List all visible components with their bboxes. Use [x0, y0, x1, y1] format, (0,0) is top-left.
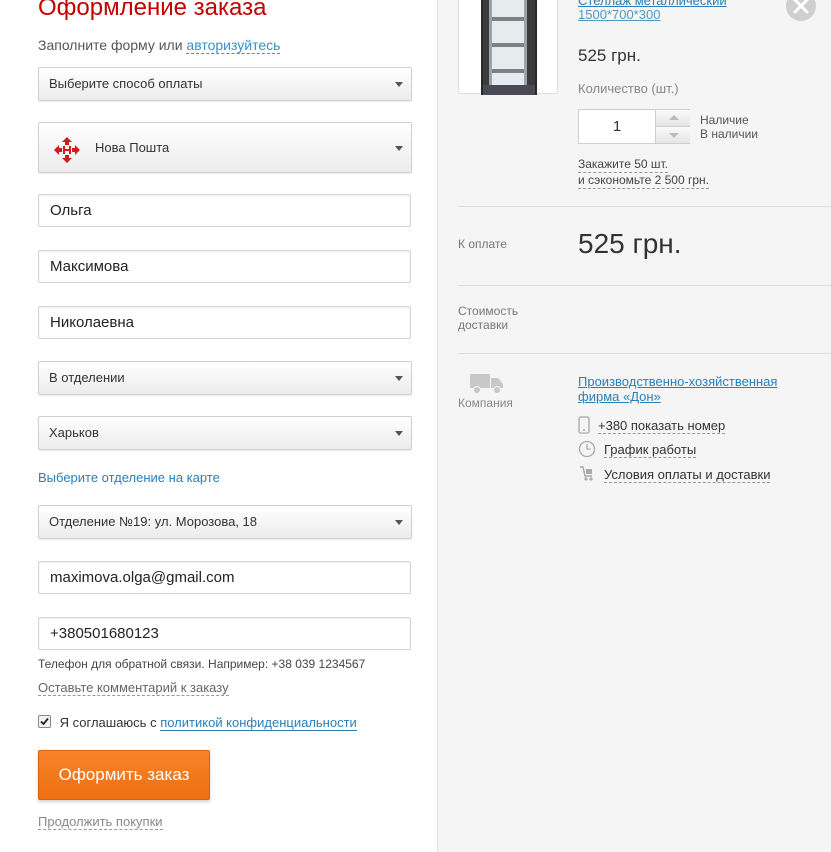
- arrow-up-icon: [669, 115, 679, 120]
- availability-value: В наличии: [700, 127, 759, 141]
- form-subtitle: Заполните форму или авторизуйтесь: [38, 37, 281, 54]
- schedule-row[interactable]: График работы: [578, 440, 697, 458]
- quantity-input[interactable]: 1: [579, 110, 655, 143]
- chevron-down-icon: [395, 82, 403, 87]
- product-name-link[interactable]: Стеллаж металлический 1500*700*300: [578, 0, 727, 22]
- chevron-down-icon: [395, 146, 403, 151]
- delivery-cost-line2: доставки: [458, 318, 509, 332]
- subtitle-text: Заполните форму или: [38, 37, 183, 53]
- divider: [458, 285, 831, 286]
- city-value: Харьков: [49, 425, 99, 440]
- terms-row[interactable]: Условия оплаты и доставки: [578, 465, 771, 483]
- clock-icon: [578, 440, 596, 458]
- product-name-line2: 1500*700*300: [578, 7, 661, 22]
- agree-row: Я соглашаюсь с политикой конфиденциально…: [38, 715, 357, 731]
- payment-method-value: Выберите способ оплаты: [49, 76, 203, 91]
- quantity-decrease-button[interactable]: [655, 127, 690, 143]
- show-phone-row[interactable]: +380 показать номер: [578, 416, 726, 434]
- phone-hint: Телефон для обратной связи. Например: +3…: [38, 657, 366, 671]
- delivery-cost-line1: Стоимость: [458, 304, 519, 318]
- delivery-service-select[interactable]: Нова Пошта: [38, 122, 412, 173]
- first-name-field[interactable]: Ольга: [38, 194, 411, 227]
- page-title: Оформление заказа: [38, 0, 267, 21]
- comment-link[interactable]: Оставьте комментарий к заказу: [38, 680, 229, 696]
- to-pay-value: 525 грн.: [578, 228, 682, 259]
- phone-field[interactable]: +380501680123: [38, 617, 411, 650]
- company-name-line1: Производственно-хозяйственная: [578, 374, 778, 389]
- availability-label: Наличие: [700, 113, 749, 127]
- company-name-link[interactable]: Производственно-хозяйственная фирма «Дон…: [578, 374, 777, 404]
- delivery-service-value: Нова Пошта: [95, 140, 170, 155]
- delivery-type-value: В отделении: [49, 370, 125, 385]
- close-button[interactable]: [786, 0, 816, 21]
- arrow-down-icon: [669, 133, 679, 138]
- close-icon: [793, 0, 809, 14]
- to-pay-label: К оплате: [458, 237, 507, 251]
- phone-icon: [578, 416, 590, 434]
- delivery-cost-label: Стоимость доставки: [458, 304, 518, 332]
- divider: [458, 206, 831, 207]
- truck-icon: [470, 372, 504, 396]
- agree-text: Я соглашаюсь с: [59, 715, 157, 730]
- email-field[interactable]: maximova.olga@gmail.com: [38, 561, 411, 594]
- city-select[interactable]: Харьков: [38, 416, 412, 450]
- terms-link[interactable]: Условия оплаты и доставки: [604, 467, 771, 483]
- branch-select[interactable]: Отделение №19: ул. Морозова, 18: [38, 505, 412, 539]
- branch-value: Отделение №19: ул. Морозова, 18: [49, 514, 258, 529]
- promo-line1: Закажите 50 шт.: [578, 157, 669, 173]
- payment-method-select[interactable]: Выберите способ оплаты: [38, 67, 412, 101]
- map-branch-link[interactable]: Выберите отделение на карте: [38, 470, 220, 485]
- chevron-down-icon: [395, 376, 403, 381]
- company-label: Компания: [458, 396, 513, 410]
- submit-order-button[interactable]: Оформить заказ: [38, 750, 210, 800]
- quantity-stepper[interactable]: 1: [578, 109, 690, 144]
- cart-truck-icon: [580, 466, 593, 481]
- product-image[interactable]: [458, 0, 558, 95]
- quantity-label: Количество (шт.): [578, 81, 679, 96]
- chevron-down-icon: [395, 520, 403, 525]
- schedule-link[interactable]: График работы: [604, 442, 697, 458]
- delivery-type-select[interactable]: В отделении: [38, 361, 412, 395]
- divider: [458, 353, 831, 354]
- show-phone-link[interactable]: +380 показать номер: [598, 418, 726, 434]
- bulk-promo-link[interactable]: Закажите 50 шт. и сэкономьте 2 500 грн.: [578, 157, 709, 189]
- nova-poshta-icon: [53, 135, 81, 163]
- login-link[interactable]: авторизуйтесь: [186, 37, 281, 54]
- agree-checkbox[interactable]: [38, 715, 51, 728]
- last-name-field[interactable]: Максимова: [38, 250, 411, 283]
- quantity-increase-button[interactable]: [655, 110, 690, 127]
- continue-shopping-link[interactable]: Продолжить покупки: [38, 814, 163, 830]
- product-price: 525 грн.: [578, 46, 641, 65]
- middle-name-field[interactable]: Николаевна: [38, 306, 411, 339]
- privacy-policy-link[interactable]: политикой конфиденциальности: [160, 715, 357, 731]
- chevron-down-icon: [395, 431, 403, 436]
- company-name-line2: фирма «Дон»: [578, 389, 661, 404]
- promo-line2: и сэкономьте 2 500 грн.: [578, 173, 709, 189]
